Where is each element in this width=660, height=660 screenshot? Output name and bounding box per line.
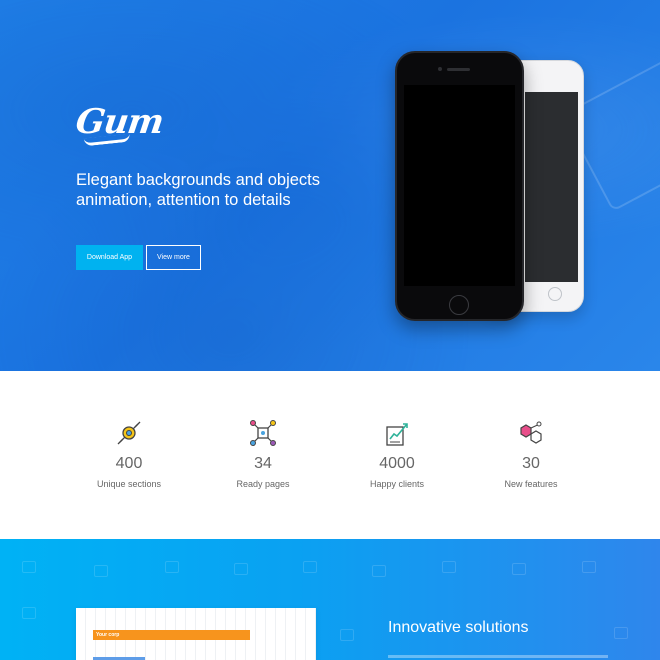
- pattern-icon: [614, 627, 628, 639]
- stat-label: Unique sections: [96, 479, 162, 489]
- features-subtitle-line: [388, 655, 608, 658]
- pattern-icon: [303, 561, 317, 573]
- pattern-icon: [372, 565, 386, 577]
- pattern-icon: [340, 629, 354, 641]
- view-more-button[interactable]: View more: [146, 245, 201, 270]
- pattern-icon: [165, 561, 179, 573]
- download-app-button[interactable]: Download App: [76, 245, 143, 270]
- hero-tagline: Elegant backgrounds and objects animatio…: [76, 171, 321, 209]
- white-phone-screen: [525, 92, 578, 282]
- pattern-icon: [234, 563, 248, 575]
- pattern-icon: [22, 607, 36, 619]
- stat-label: Happy clients: [369, 479, 425, 489]
- phone-speaker: [447, 68, 470, 71]
- growth-chart-icon: [337, 415, 457, 451]
- pattern-icon: [512, 563, 526, 575]
- hero-section: Gum Elegant backgrounds and objects anim…: [0, 0, 660, 371]
- white-phone-home-button: [548, 287, 562, 301]
- hexagons-icon: [471, 415, 591, 451]
- features-section: Your corp Innovative solutions: [0, 539, 660, 660]
- stats-section: 400 Unique sections 34 Ready pages 4000 …: [0, 371, 660, 539]
- pattern-icon: [582, 561, 596, 573]
- features-title: Innovative solutions: [388, 619, 529, 636]
- black-phone-screen: [404, 85, 515, 286]
- stat-value: 4000: [379, 455, 415, 472]
- stat-value: 30: [522, 455, 540, 472]
- pattern-icon: [94, 565, 108, 577]
- stat-happy-clients: 4000 Happy clients: [337, 415, 457, 489]
- pattern-icon: [442, 561, 456, 573]
- stat-label: Ready pages: [236, 479, 290, 489]
- stat-label: New features: [504, 479, 558, 489]
- dashboard-screenshot: Your corp: [76, 608, 316, 660]
- network-icon: [203, 415, 323, 451]
- screenshot-bar: Your corp: [93, 630, 250, 640]
- flight-icon: [69, 415, 189, 451]
- stat-unique-sections: 400 Unique sections: [69, 415, 189, 489]
- stat-value: 400: [115, 455, 143, 472]
- pattern-icon: [22, 561, 36, 573]
- stat-ready-pages: 34 Ready pages: [203, 415, 323, 489]
- black-phone-home-button: [449, 295, 469, 315]
- black-phone-mockup: [395, 51, 524, 321]
- stat-value: 34: [254, 455, 272, 472]
- phone-camera: [438, 67, 442, 71]
- stat-new-features: 30 New features: [471, 415, 591, 489]
